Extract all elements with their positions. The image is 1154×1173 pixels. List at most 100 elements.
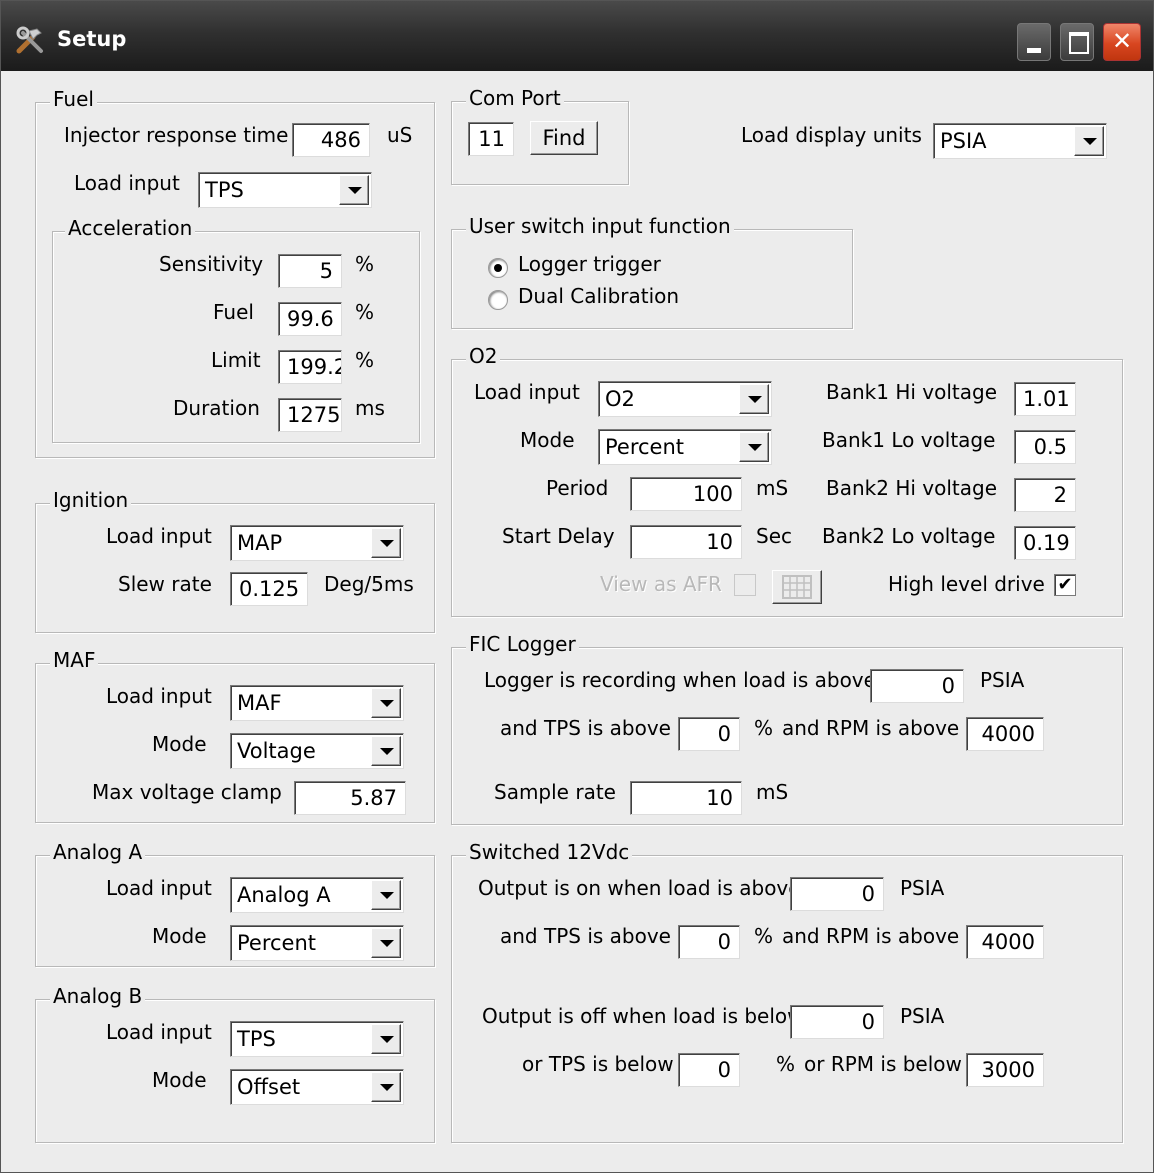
dropdown-arrow-icon[interactable] — [371, 688, 401, 718]
dropdown-arrow-icon[interactable] — [371, 1024, 401, 1054]
fuel-group: Fuel Injector response time 486 uS Load … — [35, 87, 435, 458]
analog-a-mode-select[interactable]: Percent — [230, 925, 404, 961]
logger-trigger-radio[interactable] — [488, 258, 508, 278]
dropdown-arrow-icon[interactable] — [371, 880, 401, 910]
o2-load-input-select[interactable]: O2 — [598, 381, 772, 417]
dropdown-arrow-icon[interactable] — [739, 432, 769, 462]
o2-mode-label: Mode — [520, 428, 575, 452]
afr-table-button[interactable] — [772, 570, 822, 604]
dropdown-arrow-icon[interactable] — [739, 384, 769, 414]
limit-input[interactable]: 199.2 — [278, 350, 342, 384]
slew-rate-input[interactable]: 0.125 — [230, 572, 308, 606]
fuel-load-input-label: Load input — [74, 171, 180, 195]
bank2-lo-input[interactable]: 0.19 — [1014, 526, 1076, 560]
slew-rate-label: Slew rate — [118, 572, 212, 596]
high-level-drive-checkbox[interactable]: ✔ — [1054, 574, 1076, 596]
on-tps-input[interactable]: 0 — [678, 925, 740, 959]
analog-a-load-input-value: Analog A — [237, 883, 331, 907]
on-tps-unit: % — [754, 924, 774, 948]
logger-load-input[interactable]: 0 — [870, 669, 964, 703]
fuel-load-input-select[interactable]: TPS — [198, 172, 372, 208]
load-display-units-select[interactable]: PSIA — [933, 123, 1107, 159]
logger-trigger-label[interactable]: Logger trigger — [518, 252, 661, 276]
maf-mode-select[interactable]: Voltage — [230, 733, 404, 769]
logger-tps-input[interactable]: 0 — [678, 717, 740, 751]
maf-load-input-value: MAF — [237, 691, 282, 715]
injector-unit: uS — [387, 123, 413, 147]
off-rpm-input[interactable]: 3000 — [966, 1053, 1044, 1087]
o2-load-input-label: Load input — [474, 380, 580, 404]
on-tps-label: and TPS is above — [500, 924, 671, 948]
dropdown-arrow-icon[interactable] — [1074, 126, 1104, 156]
dropdown-arrow-icon[interactable] — [339, 175, 369, 205]
start-delay-input[interactable]: 10 — [630, 525, 742, 559]
off-load-input[interactable]: 0 — [790, 1005, 884, 1039]
start-delay-label: Start Delay — [502, 524, 615, 548]
analog-b-group: Analog B Load input TPS Mode Offset — [35, 984, 435, 1143]
maf-group-title: MAF — [50, 648, 99, 672]
off-tps-input[interactable]: 0 — [678, 1053, 740, 1087]
accel-fuel-input[interactable]: 99.6 — [278, 302, 342, 336]
bank2-lo-label: Bank2 Lo voltage — [822, 524, 996, 548]
dual-calibration-label[interactable]: Dual Calibration — [518, 284, 679, 308]
on-rpm-input[interactable]: 4000 — [966, 925, 1044, 959]
acceleration-group: Acceleration Sensitivity 5 % Fuel 99.6 %… — [52, 216, 420, 443]
load-display-units-label: Load display units — [741, 123, 922, 147]
high-level-drive-label: High level drive — [888, 572, 1045, 596]
title-bar[interactable]: Setup — [1, 1, 1153, 71]
find-button[interactable]: Find — [530, 121, 598, 155]
dropdown-arrow-icon[interactable] — [371, 528, 401, 558]
logger-rpm-input[interactable]: 4000 — [966, 717, 1044, 751]
on-load-label: Output is on when load is above — [478, 876, 801, 900]
off-load-label: Output is off when load is below — [482, 1004, 804, 1028]
accel-fuel-unit: % — [355, 300, 375, 324]
max-voltage-clamp-input[interactable]: 5.87 — [294, 781, 406, 815]
o2-mode-value: Percent — [605, 435, 685, 459]
minimize-button[interactable] — [1017, 23, 1051, 61]
bank2-hi-label: Bank2 Hi voltage — [826, 476, 997, 500]
analog-b-mode-select[interactable]: Offset — [230, 1069, 404, 1105]
dropdown-arrow-icon[interactable] — [371, 736, 401, 766]
ignition-load-input-select[interactable]: MAP — [230, 525, 404, 561]
limit-unit: % — [355, 348, 375, 372]
o2-group-title: O2 — [466, 344, 501, 368]
analog-b-load-input-select[interactable]: TPS — [230, 1021, 404, 1057]
com-port-input[interactable]: 11 — [468, 122, 514, 156]
period-input[interactable]: 100 — [630, 477, 742, 511]
analog-a-mode-label: Mode — [152, 924, 207, 948]
switched-12vdc-group: Switched 12Vdc Output is on when load is… — [451, 840, 1123, 1143]
slew-rate-unit: Deg/5ms — [324, 572, 414, 596]
bank1-lo-input[interactable]: 0.5 — [1014, 430, 1076, 464]
bank1-hi-input[interactable]: 1.01 — [1014, 382, 1076, 416]
com-port-group: Com Port 11 Find — [451, 86, 629, 185]
period-label: Period — [546, 476, 609, 500]
sensitivity-input[interactable]: 5 — [278, 254, 342, 288]
analog-a-mode-value: Percent — [237, 931, 317, 955]
duration-input[interactable]: 1275 — [278, 398, 342, 432]
bank1-lo-label: Bank1 Lo voltage — [822, 428, 996, 452]
bank2-hi-input[interactable]: 2 — [1014, 478, 1076, 512]
view-as-afr-label: View as AFR — [600, 572, 722, 596]
limit-label: Limit — [211, 348, 261, 372]
com-port-group-title: Com Port — [466, 86, 564, 110]
maximize-button[interactable] — [1060, 23, 1094, 61]
on-load-input[interactable]: 0 — [790, 877, 884, 911]
ignition-load-input-value: MAP — [237, 531, 283, 555]
dual-calibration-radio[interactable] — [488, 290, 508, 310]
maf-load-input-select[interactable]: MAF — [230, 685, 404, 721]
close-button[interactable] — [1103, 23, 1141, 61]
injector-response-input[interactable]: 486 — [292, 123, 370, 157]
sample-rate-input[interactable]: 10 — [630, 781, 742, 815]
dropdown-arrow-icon[interactable] — [371, 1072, 401, 1102]
view-as-afr-checkbox[interactable] — [734, 574, 756, 596]
fuel-load-input-value: TPS — [205, 178, 244, 202]
fic-logger-group: FIC Logger Logger is recording when load… — [451, 632, 1123, 825]
analog-a-group-title: Analog A — [50, 840, 146, 864]
switched-12vdc-group-title: Switched 12Vdc — [466, 840, 633, 864]
analog-a-load-input-select[interactable]: Analog A — [230, 877, 404, 913]
o2-mode-select[interactable]: Percent — [598, 429, 772, 465]
fic-logger-group-title: FIC Logger — [466, 632, 579, 656]
dropdown-arrow-icon[interactable] — [371, 928, 401, 958]
sensitivity-unit: % — [355, 252, 375, 276]
ignition-load-input-label: Load input — [106, 524, 212, 548]
